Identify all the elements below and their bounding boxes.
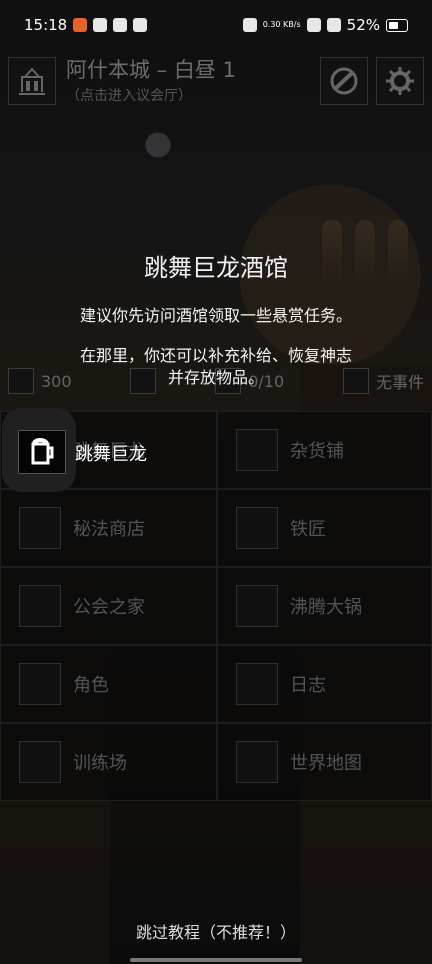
tile-world-map[interactable]: 世界地图	[217, 723, 432, 801]
tile-label: 世界地图	[290, 753, 362, 774]
tutorial-body: 建议你先访问酒馆领取一些悬赏任务。 在那里，你还可以补充补给、恢复神志 并存放物…	[0, 305, 432, 389]
top-actions	[320, 57, 424, 105]
tile-blacksmith[interactable]: 铁匠	[217, 489, 432, 567]
tile-label: 公会之家	[73, 597, 145, 618]
hand-crest-icon	[19, 585, 61, 627]
book-icon	[19, 507, 61, 549]
tile-label: 杂货铺	[290, 441, 344, 462]
highlight-tile-label[interactable]: 跳舞巨龙	[75, 440, 147, 466]
tile-label: 秘法商店	[73, 519, 145, 540]
status-bar: 15:18 0.30 KB/s 52%	[0, 0, 432, 50]
tile-cauldron[interactable]: 沸腾大锅	[217, 567, 432, 645]
battery-percent: 52%	[346, 16, 380, 34]
scales-icon	[236, 429, 278, 471]
tutorial-line-1: 建议你先访问酒馆领取一些悬赏任务。	[79, 306, 352, 325]
tutorial-highlight[interactable]	[4, 410, 74, 490]
skip-tutorial-button[interactable]: 跳过教程（不推荐！）	[0, 919, 432, 943]
sim-icon	[306, 18, 321, 32]
app-icon	[113, 18, 128, 32]
tile-journal[interactable]: 日志	[217, 645, 432, 723]
network-speed: 0.30 KB/s	[262, 20, 301, 29]
tile-label: 日志	[290, 675, 326, 696]
journal-icon	[236, 663, 278, 705]
map-icon	[236, 741, 278, 783]
tutorial-line-2: 在那里，你还可以补充补给、恢复神志	[79, 346, 352, 365]
status-right: 0.30 KB/s 52%	[242, 16, 408, 34]
status-time: 15:18	[24, 16, 68, 34]
tutorial-title: 跳舞巨龙酒馆	[144, 254, 288, 282]
cauldron-icon	[236, 585, 278, 627]
app-notification-icon	[73, 18, 88, 32]
tile-arcane-shop[interactable]: 秘法商店	[0, 489, 217, 567]
status-left: 15:18	[24, 16, 148, 34]
crown-icon	[133, 18, 148, 32]
tile-general-store[interactable]: 杂货铺	[217, 411, 432, 489]
home-indicator[interactable]	[130, 958, 302, 962]
tutorial-line-3: 并存放物品。	[167, 368, 264, 387]
battery-icon	[386, 18, 408, 32]
tiktok-icon	[93, 18, 108, 32]
tile-label: 沸腾大锅	[290, 597, 362, 618]
tile-training-ground[interactable]: 训练场	[0, 723, 217, 801]
wifi-icon	[326, 18, 341, 32]
city-title[interactable]: 阿什本城 – 白昼 1	[66, 58, 236, 82]
tile-label: 角色	[73, 675, 109, 696]
tile-label: 训练场	[73, 753, 127, 774]
city-hall-icon[interactable]	[8, 57, 56, 105]
compass-icon-button[interactable]	[320, 57, 368, 105]
training-icon	[19, 741, 61, 783]
anvil-icon	[236, 507, 278, 549]
city-header[interactable]: 阿什本城 – 白昼 1 （点击进入议会厅）	[8, 54, 424, 108]
tile-character[interactable]: 角色	[0, 645, 217, 723]
tavern-mug-icon	[18, 430, 66, 474]
tutorial-dialog: 跳舞巨龙酒馆 建议你先访问酒馆领取一些悬赏任务。 在那里，你还可以补充补给、恢复…	[0, 248, 432, 407]
helmet-icon	[19, 663, 61, 705]
city-subtitle: （点击进入议会厅）	[66, 87, 192, 104]
tile-label: 铁匠	[290, 519, 326, 540]
tile-guild-house[interactable]: 公会之家	[0, 567, 217, 645]
vibrate-icon	[242, 18, 257, 32]
settings-gear-icon[interactable]	[376, 57, 424, 105]
